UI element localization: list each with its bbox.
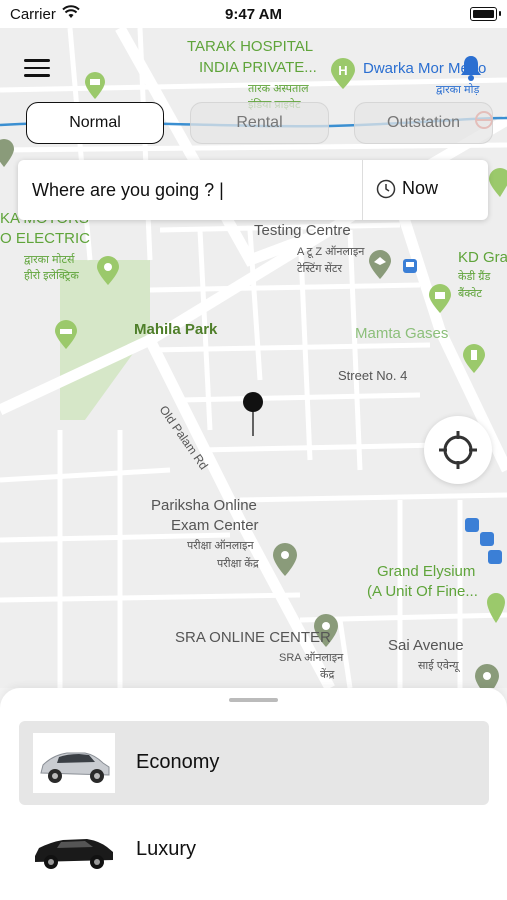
exam-center-pin-icon[interactable] (272, 543, 298, 577)
ride-options-sheet: Economy Luxury (0, 688, 507, 900)
schedule-time-button[interactable]: Now (376, 178, 438, 199)
map-label: द्वारका मोटर्स (24, 254, 75, 266)
ride-label: Economy (136, 751, 220, 773)
map-label: Street No. 4 (338, 368, 408, 383)
bus-stop-icon[interactable] (402, 258, 418, 274)
luxury-car-image (33, 820, 115, 880)
clock-time: 9:47 AM (225, 6, 282, 23)
map-label: केंद्र (320, 669, 335, 681)
people-pin-icon[interactable] (488, 168, 507, 198)
sheet-handle[interactable] (229, 698, 278, 702)
menu-icon[interactable] (20, 54, 54, 84)
testing-centre-pin-icon[interactable] (368, 250, 392, 280)
map-label: SRA ऑनलाइन (279, 652, 344, 664)
edge-pin-icon[interactable] (0, 138, 14, 168)
schedule-time-label: Now (402, 178, 439, 198)
hospital-pin-icon[interactable]: H (330, 58, 356, 90)
search-divider (362, 160, 363, 220)
battery-icon (470, 7, 501, 21)
hotel-pin-icon[interactable] (54, 320, 78, 350)
map-label: साई एवेन्यू (418, 660, 459, 672)
map-label: (A Unit Of Fine... (367, 583, 478, 600)
bus-stops-icon[interactable] (464, 518, 504, 568)
map-label: Testing Centre (254, 222, 351, 239)
destination-input[interactable]: Where are you going ? | (32, 180, 224, 201)
sai-avenue-pin-icon[interactable] (474, 664, 500, 688)
map-label: परीक्षा ऑनलाइन (187, 540, 254, 552)
tab-rental[interactable]: Rental (190, 102, 329, 144)
pickup-pin-icon (243, 392, 263, 437)
ride-option-luxury[interactable]: Luxury (19, 808, 489, 892)
electric-pin-icon[interactable] (96, 256, 120, 286)
map-label: तारक अस्पताल (248, 83, 309, 95)
ride-option-economy[interactable]: Economy (19, 721, 489, 805)
ride-type-tabs: Normal Rental Outstation (26, 102, 496, 144)
map-label: बैंक्वेट (458, 288, 482, 300)
map-label: Exam Center (171, 517, 259, 534)
map-label: हीरो इलेक्ट्रिक (24, 270, 79, 282)
notification-bell-icon[interactable] (459, 54, 483, 87)
current-location-button[interactable] (424, 416, 492, 484)
tab-normal[interactable]: Normal (26, 102, 164, 144)
tab-outstation[interactable]: Outstation (354, 102, 493, 144)
map-label: O ELECTRIC (0, 230, 91, 247)
map-label: Mamta Gases (355, 325, 449, 342)
map-label: Sai Avenue (388, 637, 464, 654)
map-label: SRA ONLINE CENTER (175, 629, 331, 646)
grand-elysium-pin-icon[interactable] (486, 590, 506, 624)
gas-pin-icon[interactable] (462, 344, 486, 374)
shopping-pin-icon[interactable] (84, 72, 106, 100)
map-label: KD Gra (458, 249, 507, 266)
banquet-pin-icon[interactable] (428, 284, 452, 314)
map-label: INDIA PRIVATE... (199, 59, 317, 76)
map-label: A टू Z ऑनलाइन (297, 246, 365, 258)
status-bar: Carrier 9:47 AM (0, 0, 507, 28)
ride-label: Luxury (136, 838, 197, 860)
destination-search-bar: Where are you going ? | Now (18, 160, 488, 220)
map-label: टेस्टिंग सेंटर (297, 263, 342, 275)
svg-text:H: H (338, 63, 347, 78)
map-label: TARAK HOSPITAL (187, 38, 314, 55)
map-label: Mahila Park (134, 321, 218, 338)
map-label: परीक्षा केंद्र (217, 558, 259, 570)
economy-car-image (33, 733, 115, 793)
map-label: Pariksha Online (151, 497, 257, 514)
map-label: केडी ग्रैंड (458, 271, 491, 283)
map-label: Grand Elysium (377, 563, 476, 580)
locate-icon (439, 431, 477, 469)
clock-icon (376, 180, 396, 199)
